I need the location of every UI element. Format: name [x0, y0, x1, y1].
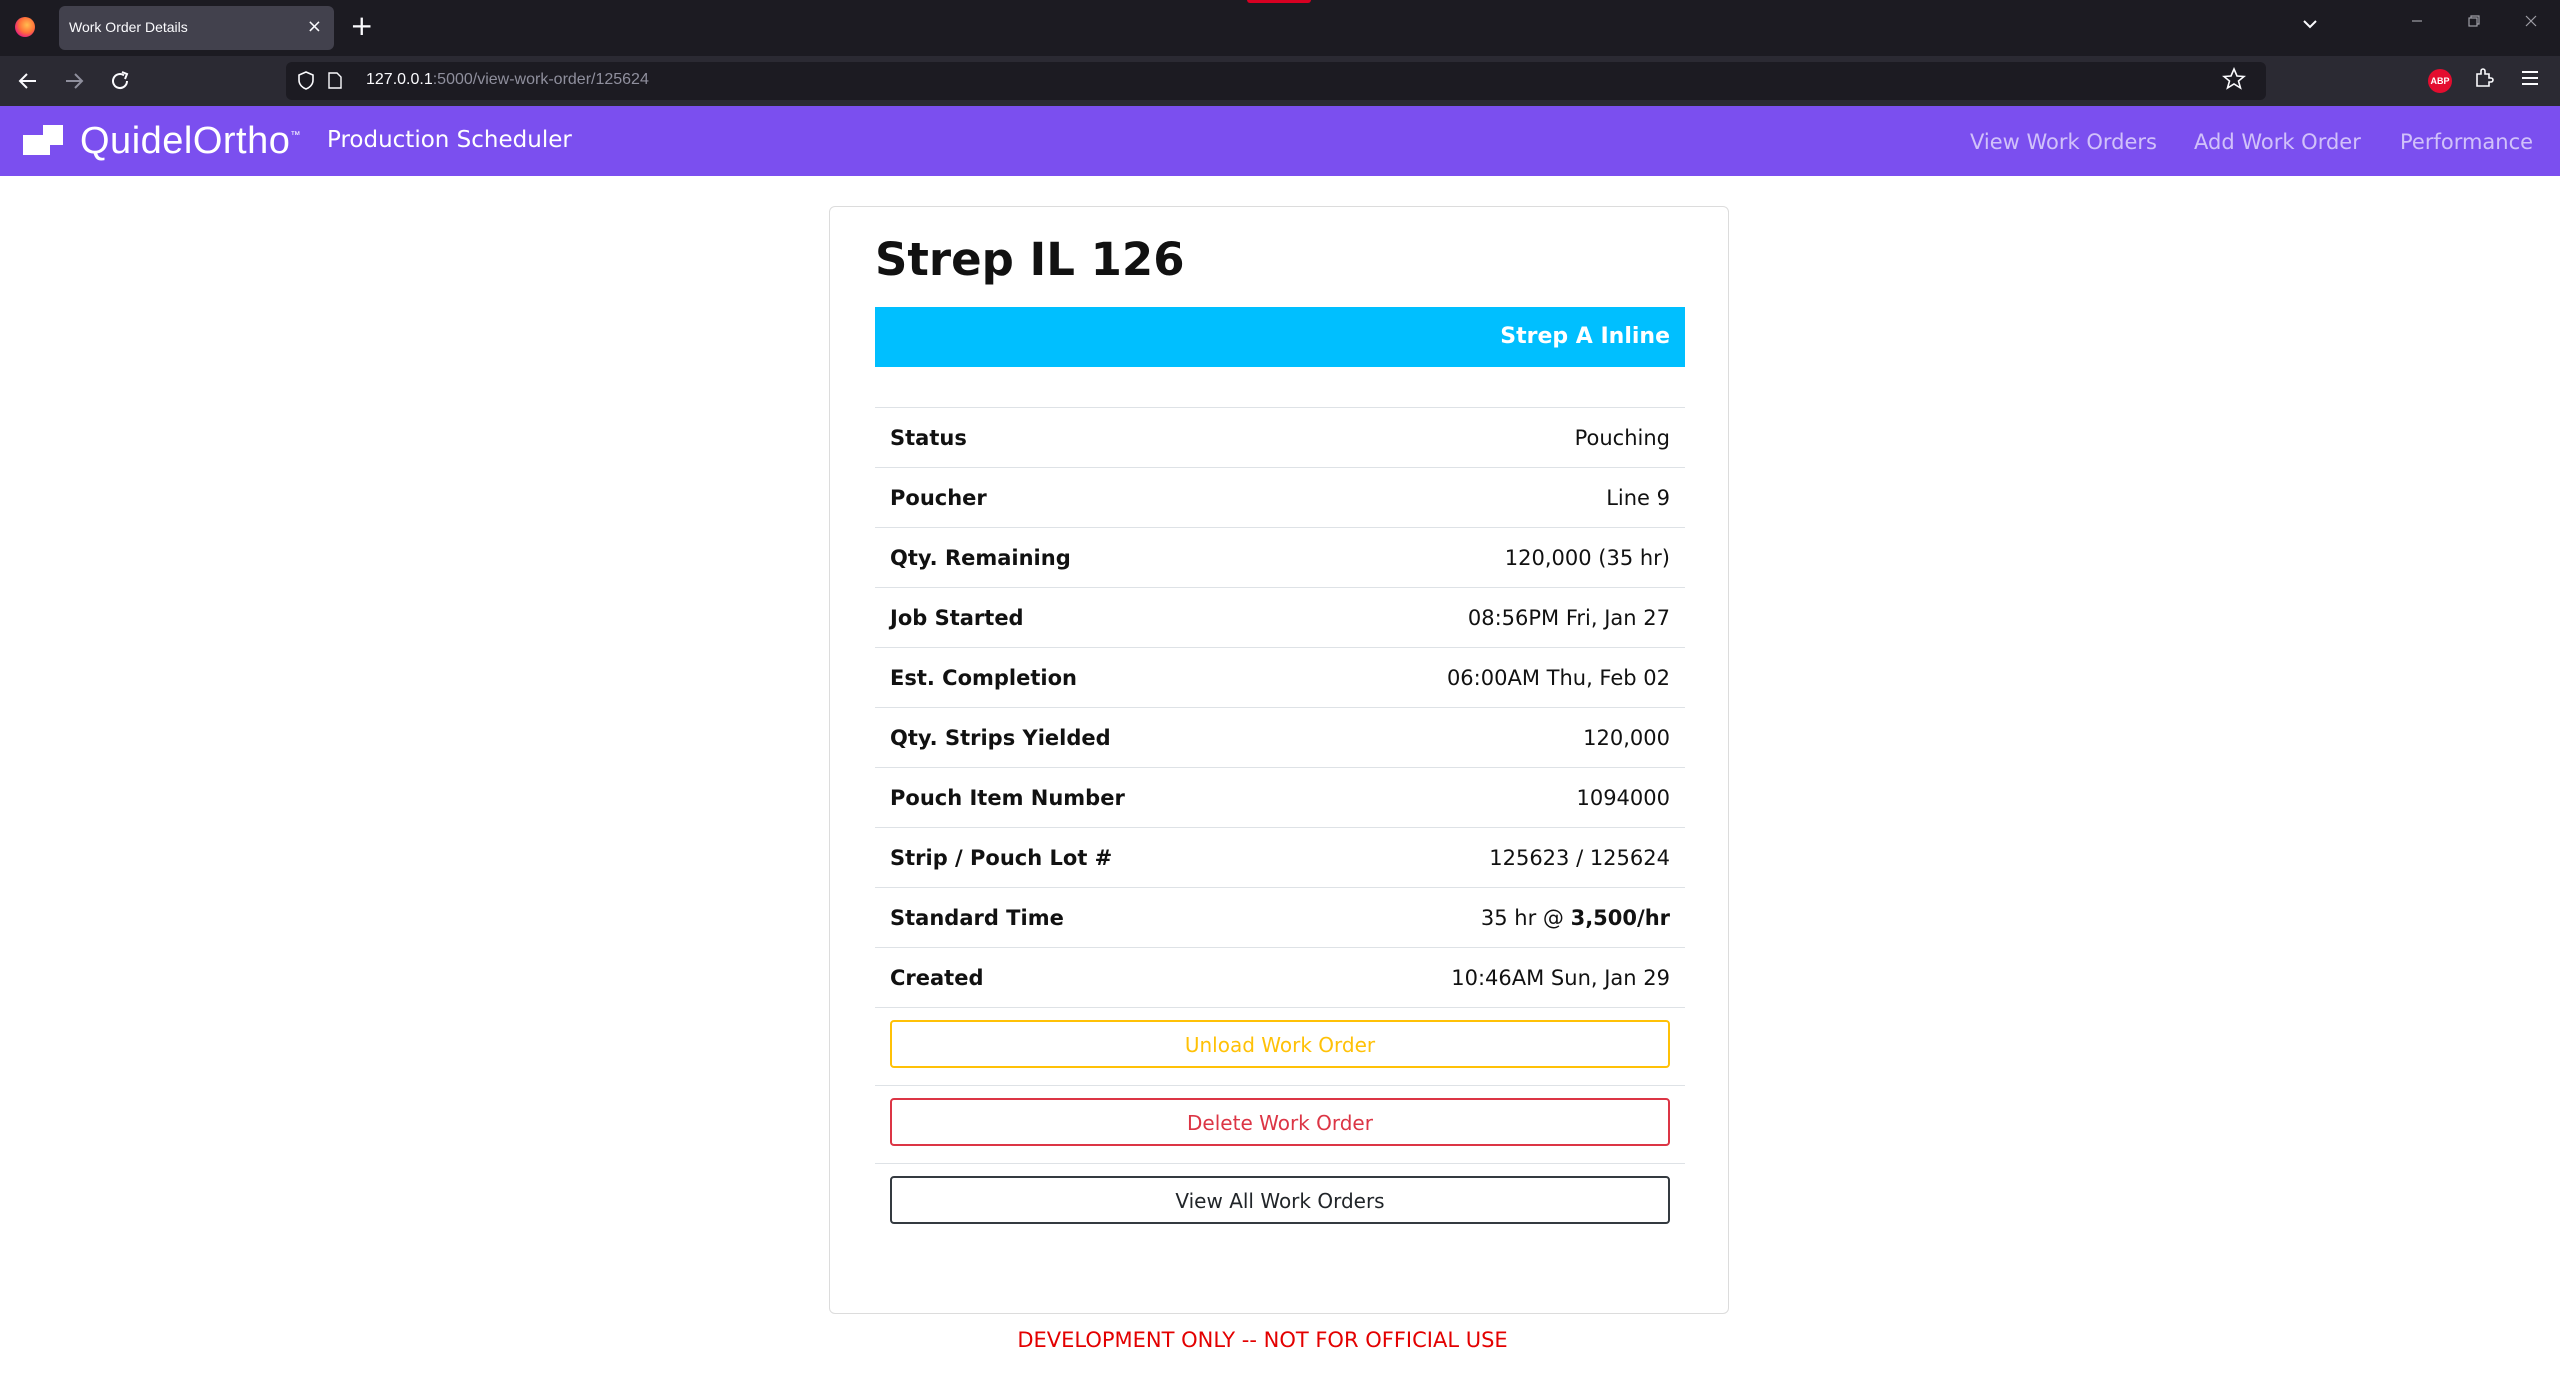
detail-label: Status [890, 426, 967, 450]
detail-value: Pouching [1574, 426, 1670, 450]
detail-row-est-completion: Est. Completion 06:00AM Thu, Feb 02 [875, 647, 1685, 707]
app-navbar: QuidelOrtho™ Production Scheduler View W… [0, 106, 2560, 176]
work-order-title: Strep IL 126 [875, 233, 1185, 286]
detail-row-lot-numbers: Strip / Pouch Lot # 125623 / 125624 [875, 827, 1685, 887]
quidelortho-logo-icon[interactable] [23, 125, 65, 161]
tab-accent-bar [1247, 0, 1311, 3]
detail-label: Job Started [890, 606, 1024, 630]
view-all-work-orders-button[interactable]: View All Work Orders [890, 1176, 1670, 1224]
brand-name: QuidelOrtho [80, 120, 291, 162]
detail-row-qty-strips-yielded: Qty. Strips Yielded 120,000 [875, 707, 1685, 767]
forward-icon[interactable] [62, 69, 86, 93]
hamburger-menu-icon[interactable] [2518, 66, 2542, 90]
detail-row-standard-time: Standard Time 35 hr @ 3,500/hr [875, 887, 1685, 947]
detail-value: 120,000 (35 hr) [1504, 546, 1670, 570]
detail-value: Line 9 [1606, 486, 1670, 510]
firefox-icon [15, 17, 35, 37]
detail-label: Created [890, 966, 984, 990]
url-host: 127.0.0.1 [366, 71, 433, 88]
detail-row-status: Status Pouching [875, 407, 1685, 467]
detail-label: Qty. Remaining [890, 546, 1071, 570]
detail-value: 125623 / 125624 [1489, 846, 1670, 870]
bookmark-star-icon[interactable] [2222, 67, 2246, 91]
close-window-icon[interactable] [2524, 14, 2538, 28]
detail-label: Qty. Strips Yielded [890, 726, 1111, 750]
detail-value: 06:00AM Thu, Feb 02 [1446, 666, 1670, 690]
tab-close-icon[interactable]: × [307, 16, 322, 38]
browser-toolbar: 127.0.0.1:5000/view-work-order/125624 AB… [0, 56, 2560, 106]
standard-time-rate: 3,500/hr [1570, 906, 1670, 930]
minimize-icon[interactable] [2410, 14, 2424, 28]
detail-row-poucher: Poucher Line 9 [875, 467, 1685, 527]
unload-button-row: Unload Work Order [875, 1007, 1685, 1068]
extensions-icon[interactable] [2472, 66, 2496, 90]
brand-trademark: ™ [290, 130, 301, 141]
unload-work-order-button[interactable]: Unload Work Order [890, 1020, 1670, 1068]
detail-label: Strip / Pouch Lot # [890, 846, 1113, 870]
standard-time-hours: 35 hr @ [1480, 906, 1571, 930]
list-all-tabs-icon[interactable] [2300, 14, 2320, 34]
development-warning: DEVELOPMENT ONLY -- NOT FOR OFFICIAL USE [1017, 1328, 1508, 1352]
adblock-plus-icon[interactable]: ABP [2428, 69, 2452, 93]
delete-work-order-button[interactable]: Delete Work Order [890, 1098, 1670, 1146]
work-order-details-table: Status Pouching Poucher Line 9 Qty. Rema… [875, 407, 1685, 1241]
app-title[interactable]: Production Scheduler [327, 127, 572, 153]
detail-row-qty-remaining: Qty. Remaining 120,000 (35 hr) [875, 527, 1685, 587]
back-icon[interactable] [16, 69, 40, 93]
detail-label: Standard Time [890, 906, 1064, 930]
detail-label: Pouch Item Number [890, 786, 1125, 810]
nav-performance[interactable]: Performance [2400, 130, 2533, 154]
detail-row-job-started: Job Started 08:56PM Fri, Jan 27 [875, 587, 1685, 647]
browser-tab-active[interactable]: Work Order Details × [59, 6, 334, 50]
detail-row-created: Created 10:46AM Sun, Jan 29 [875, 947, 1685, 1007]
detail-label: Est. Completion [890, 666, 1077, 690]
url-path: :5000/view-work-order/125624 [432, 71, 649, 88]
product-name: Strep A Inline [1500, 324, 1670, 349]
detail-value: 10:46AM Sun, Jan 29 [1451, 966, 1670, 990]
page-info-icon[interactable] [328, 72, 342, 89]
detail-label: Poucher [890, 486, 987, 510]
url-text[interactable]: 127.0.0.1:5000/view-work-order/125624 [366, 71, 649, 89]
detail-row-pouch-item-number: Pouch Item Number 1094000 [875, 767, 1685, 827]
detail-value: 08:56PM Fri, Jan 27 [1467, 606, 1670, 630]
view-all-button-row: View All Work Orders [875, 1163, 1685, 1241]
browser-tab-bar: Work Order Details × + [0, 0, 2560, 56]
detail-value: 1094000 [1576, 786, 1670, 810]
restore-icon[interactable] [2467, 14, 2481, 28]
detail-value: 35 hr @ 3,500/hr [1481, 906, 1670, 930]
tab-title: Work Order Details [69, 19, 188, 35]
new-tab-button[interactable]: + [350, 10, 373, 42]
product-banner: Strep A Inline [875, 307, 1685, 367]
tracking-protection-icon[interactable] [298, 71, 314, 90]
nav-view-work-orders[interactable]: View Work Orders [1970, 130, 2157, 154]
nav-add-work-order[interactable]: Add Work Order [2194, 130, 2361, 154]
delete-button-row: Delete Work Order [875, 1085, 1685, 1163]
reload-icon[interactable] [108, 69, 132, 93]
detail-value: 120,000 [1583, 726, 1670, 750]
work-order-card: Strep IL 126 Strep A Inline Status Pouch… [829, 206, 1729, 1314]
brand-logo-text[interactable]: QuidelOrtho™ [80, 120, 301, 163]
address-bar[interactable]: 127.0.0.1:5000/view-work-order/125624 [286, 62, 2266, 100]
